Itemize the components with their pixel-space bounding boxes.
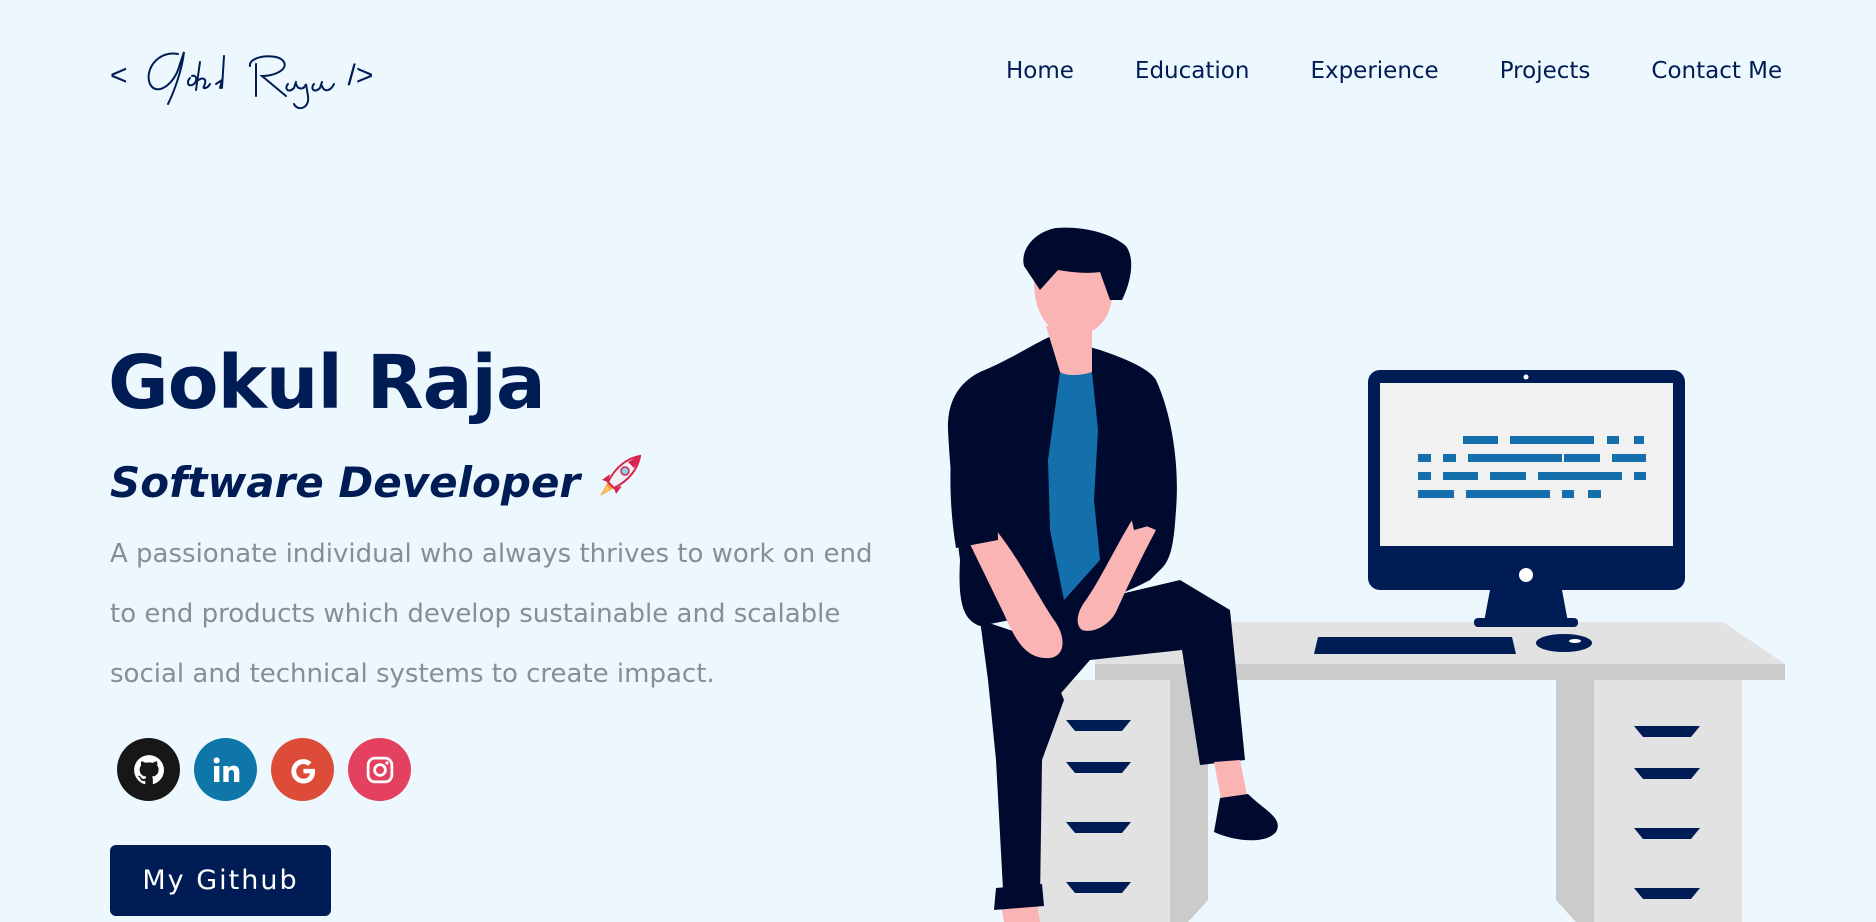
instagram-icon: [366, 756, 393, 783]
keyboard-illustration: [1314, 637, 1516, 654]
nav-home[interactable]: Home: [1006, 58, 1074, 84]
google-link[interactable]: [271, 738, 334, 801]
hero-title-row: Software Developer: [110, 452, 644, 512]
logo-close-bracket: />: [347, 59, 374, 92]
mouse-illustration: [1536, 634, 1592, 652]
linkedin-link[interactable]: [194, 738, 257, 801]
linkedin-icon: [213, 756, 239, 782]
logo[interactable]: < />: [110, 40, 373, 112]
signature-logo: [147, 51, 335, 110]
hero-name: Gokul Raja: [108, 340, 546, 426]
desk-illustration: [1030, 622, 1785, 922]
nav-experience[interactable]: Experience: [1310, 58, 1438, 84]
monitor-illustration: [1368, 370, 1685, 627]
instagram-link[interactable]: [348, 738, 411, 801]
hero-description: A passionate individual who always thriv…: [110, 539, 873, 689]
my-github-button[interactable]: My Github: [110, 845, 331, 916]
hero-title: Software Developer: [110, 457, 581, 507]
social-links: [117, 738, 411, 801]
nav-projects[interactable]: Projects: [1500, 58, 1591, 84]
developer-illustration: [947, 227, 1785, 922]
google-icon: [290, 758, 315, 783]
nav-education[interactable]: Education: [1135, 58, 1250, 84]
nav-contact[interactable]: Contact Me: [1651, 58, 1782, 84]
logo-open-bracket: <: [110, 59, 128, 92]
github-link[interactable]: [117, 738, 180, 801]
main-nav: Home Education Experience Projects Conta…: [1006, 58, 1782, 84]
github-icon: [133, 754, 164, 784]
rocket-icon: [594, 452, 644, 512]
